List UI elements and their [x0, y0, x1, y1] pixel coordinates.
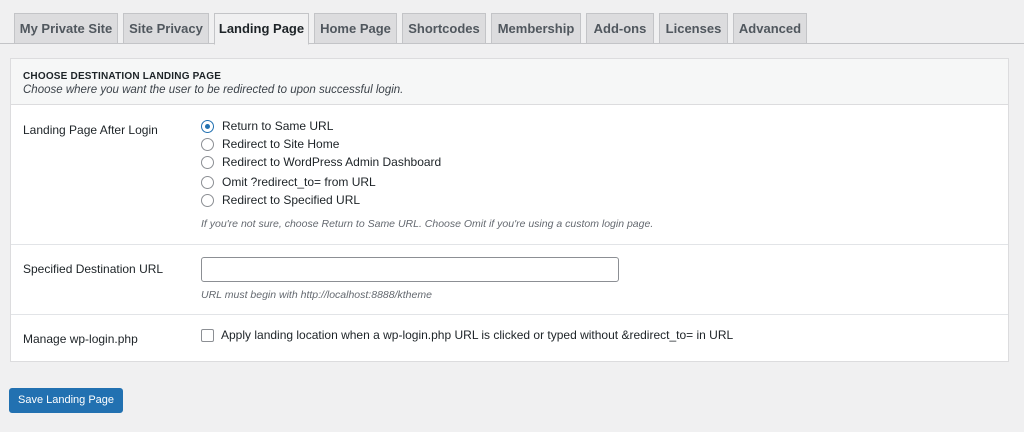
radio-label: Redirect to Specified URL: [222, 193, 361, 207]
save-landing-page-button[interactable]: Save Landing Page: [9, 388, 123, 413]
landing-page-settings-card: CHOOSE DESTINATION LANDING PAGE Choose w…: [10, 58, 1009, 362]
tab-home-page[interactable]: Home Page: [314, 13, 397, 44]
tab-advanced[interactable]: Advanced: [733, 13, 807, 44]
radio-redirect-specified-url[interactable]: Redirect to Specified URL: [201, 192, 360, 208]
section-title: CHOOSE DESTINATION LANDING PAGE: [23, 71, 222, 82]
radio-return-same-url[interactable]: Return to Same URL: [201, 118, 333, 134]
tab-my-private-site[interactable]: My Private Site: [14, 13, 118, 44]
radio-omit-redirect-to[interactable]: Omit ?redirect_to= from URL: [201, 174, 376, 190]
landing-hint: If you're not sure, choose Return to Sam…: [201, 218, 654, 230]
destination-url-hint: URL must begin with http://localhost:888…: [201, 289, 432, 301]
tab-shortcodes[interactable]: Shortcodes: [402, 13, 486, 44]
apply-landing-checkbox-label[interactable]: Apply landing location when a wp-login.p…: [221, 328, 733, 342]
tab-site-privacy[interactable]: Site Privacy: [123, 13, 209, 44]
apply-landing-checkbox[interactable]: [201, 329, 214, 342]
landing-page-label: Landing Page After Login: [23, 123, 158, 137]
settings-tabs: My Private Site Site Privacy Landing Pag…: [0, 0, 1024, 45]
tab-add-ons[interactable]: Add-ons: [586, 13, 654, 44]
radio-button[interactable]: [201, 119, 214, 133]
manage-wp-login-label: Manage wp-login.php: [23, 332, 138, 346]
radio-label: Redirect to WordPress Admin Dashboard: [222, 155, 442, 169]
destination-url-label: Specified Destination URL: [23, 262, 164, 276]
radio-redirect-site-home[interactable]: Redirect to Site Home: [201, 136, 339, 152]
radio-redirect-admin-dashboard[interactable]: Redirect to WordPress Admin Dashboard: [201, 154, 441, 170]
tab-membership[interactable]: Membership: [491, 13, 581, 44]
row-divider: [11, 244, 1008, 245]
destination-url-input[interactable]: [201, 257, 619, 282]
radio-button[interactable]: [201, 155, 214, 169]
radio-label: Omit ?redirect_to= from URL: [222, 175, 376, 189]
section-header: CHOOSE DESTINATION LANDING PAGE Choose w…: [11, 59, 1008, 105]
radio-button[interactable]: [201, 175, 214, 189]
section-subtitle: Choose where you want the user to be red…: [23, 84, 404, 96]
radio-button[interactable]: [201, 137, 214, 151]
radio-label: Return to Same URL: [222, 119, 334, 133]
tab-licenses[interactable]: Licenses: [659, 13, 728, 44]
row-divider: [11, 314, 1008, 315]
radio-label: Redirect to Site Home: [222, 137, 340, 151]
tab-landing-page[interactable]: Landing Page: [214, 13, 309, 45]
radio-button[interactable]: [201, 193, 214, 207]
